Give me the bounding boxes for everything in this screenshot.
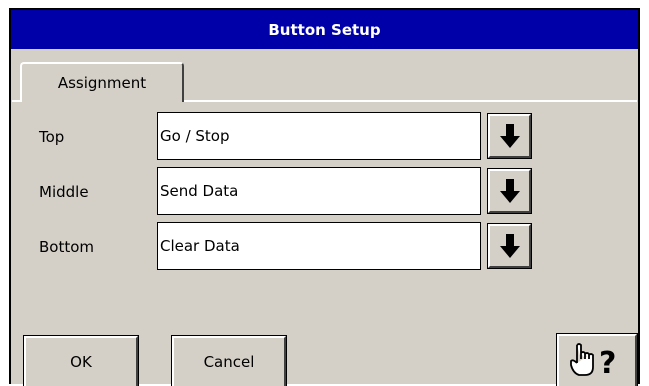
assignment-panel xyxy=(12,100,637,386)
button-setup-window: Button Setup Assignment Top Go / Stop Mi… xyxy=(9,8,640,386)
window-title: Button Setup xyxy=(11,10,638,49)
tab-assignment[interactable]: Assignment xyxy=(20,62,184,102)
